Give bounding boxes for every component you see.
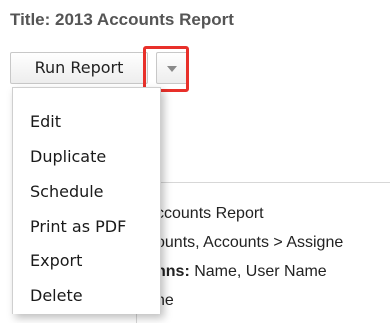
run-report-button[interactable]: Run Report [10, 52, 148, 84]
page-title: Title: 2013 Accounts Report [10, 10, 234, 29]
report-details-panel: ccounts Report ounts, Accounts > Assigne… [136, 182, 390, 323]
report-columns-text: nns: Name, User Name [156, 263, 327, 281]
menu-item-export[interactable]: Export [30, 251, 82, 270]
columns-label: nns: [156, 263, 190, 280]
report-name-text: ccounts Report [156, 205, 264, 222]
actions-dropdown-menu: Edit Duplicate Schedule Print as PDF Exp… [12, 87, 161, 314]
menu-item-delete[interactable]: Delete [30, 286, 83, 305]
highlight-box [143, 46, 189, 92]
menu-item-schedule[interactable]: Schedule [30, 182, 104, 201]
columns-value: Name, User Name [189, 263, 327, 280]
menu-item-print-pdf[interactable]: Print as PDF [30, 217, 126, 236]
report-modules-text: ounts, Accounts > Assigne [156, 234, 344, 251]
menu-item-duplicate[interactable]: Duplicate [30, 147, 106, 166]
menu-item-edit[interactable]: Edit [30, 112, 61, 131]
